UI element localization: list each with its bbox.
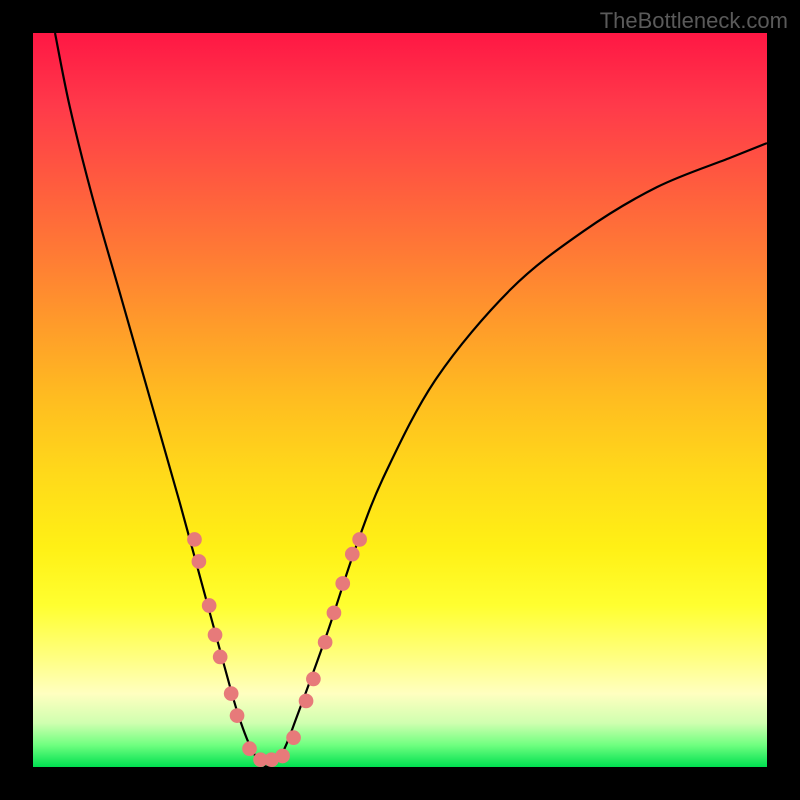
curve-marker	[230, 708, 245, 723]
curve-marker	[242, 741, 257, 756]
curve-marker	[208, 628, 223, 643]
curve-marker	[202, 598, 217, 613]
curve-marker	[306, 672, 321, 687]
curve-marker	[187, 532, 202, 547]
chart-plot-area	[33, 33, 767, 767]
bottleneck-curve	[55, 33, 767, 767]
curve-marker	[224, 686, 239, 701]
curve-marker	[299, 694, 314, 709]
curve-marker	[345, 547, 360, 562]
curve-marker	[318, 635, 333, 650]
curve-marker	[327, 606, 342, 621]
curve-marker	[352, 532, 367, 547]
curve-marker	[286, 730, 301, 745]
curve-marker	[275, 749, 290, 764]
chart-svg	[33, 33, 767, 767]
curve-marker	[192, 554, 207, 569]
watermark-text: TheBottleneck.com	[600, 8, 788, 34]
curve-marker	[213, 650, 228, 665]
curve-marker	[335, 576, 350, 591]
curve-markers	[187, 532, 367, 767]
